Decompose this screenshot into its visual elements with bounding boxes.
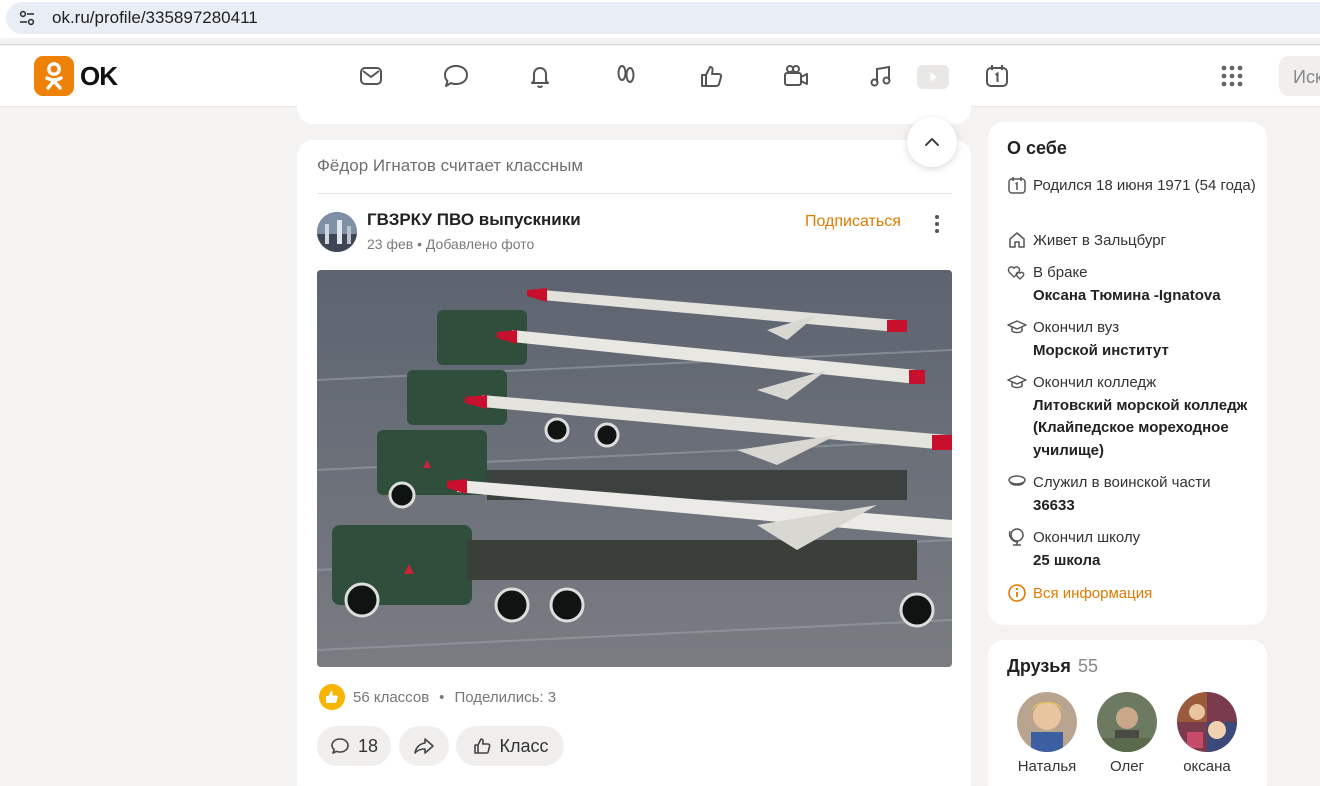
info-military-text: Служил в воинской части 36633 <box>1033 472 1211 517</box>
home-icon <box>1007 230 1027 250</box>
info-marriage: В браке Оксана Тюмина -Ignatova <box>1007 262 1257 307</box>
guests-icon[interactable] <box>610 60 642 92</box>
mail-icon[interactable] <box>355 60 387 92</box>
friend-name[interactable]: Наталья <box>1007 758 1087 775</box>
class-like-icon <box>319 684 345 710</box>
music-icon[interactable] <box>865 60 897 92</box>
post-meta: 23 фев • Добавлено фото <box>367 236 534 252</box>
class-button-label: Класс <box>499 735 549 756</box>
globe-icon <box>1007 527 1027 547</box>
friends-count: 55 <box>1078 656 1099 676</box>
likes-icon[interactable] <box>695 60 727 92</box>
friends-panel: Друзья 55 Наталья Олег оксана <box>988 640 1267 786</box>
comments-button[interactable]: 18 <box>317 726 391 766</box>
about-title: О себе <box>1007 138 1067 158</box>
marriage-label: В браке <box>1033 264 1088 281</box>
university-label: Окончил вуз <box>1033 319 1120 336</box>
school-label: Окончил школу <box>1033 529 1141 546</box>
site-settings-icon[interactable] <box>16 7 38 29</box>
military-label: Служил в воинской части <box>1033 474 1211 491</box>
friend-card[interactable]: Наталья <box>1007 692 1087 775</box>
address-field[interactable]: ok.ru/profile/335897280411 <box>6 2 1320 34</box>
birthday-icon <box>1007 175 1027 195</box>
post-date[interactable]: 23 фев <box>367 236 413 252</box>
friend-name[interactable]: оксана <box>1167 758 1247 775</box>
play-icon[interactable] <box>917 65 949 89</box>
calendar-icon[interactable] <box>981 60 1013 92</box>
shares-count[interactable]: Поделились: 3 <box>454 689 556 706</box>
friends-title[interactable]: Друзья <box>1007 656 1071 677</box>
university-link[interactable]: Морской институт <box>1033 340 1169 363</box>
ok-logo-icon <box>34 56 74 96</box>
friend-avatar[interactable] <box>1017 692 1077 752</box>
post-photo[interactable] <box>317 270 952 667</box>
college-label: Окончил колледж <box>1033 374 1157 391</box>
about-panel: О себе Родился 18 июня 1971 (54 года) Жи… <box>988 122 1267 625</box>
video-icon[interactable] <box>780 60 812 92</box>
info-circle-icon <box>1007 583 1027 603</box>
likes-count[interactable]: 56 классов <box>353 689 429 706</box>
info-city: Живет в Зальцбург <box>1007 230 1257 253</box>
all-info-link[interactable]: Вся информация <box>1007 583 1152 603</box>
browser-divider <box>0 44 1320 45</box>
subscribe-button[interactable]: Подписаться <box>805 213 901 231</box>
info-university: Окончил вуз Морской институт <box>1007 317 1257 362</box>
logo-text: OK <box>80 60 118 91</box>
school-link[interactable]: 25 школа <box>1033 550 1140 573</box>
info-college: Окончил колледж Литовский морской коллед… <box>1007 372 1257 462</box>
info-city-text: Живет в Зальцбург <box>1033 232 1167 249</box>
info-military: Служил в воинской части 36633 <box>1007 472 1257 517</box>
meta-separator: • <box>417 236 423 252</box>
friend-name[interactable]: Олег <box>1087 758 1167 775</box>
site-header: OK Иск <box>0 46 1320 107</box>
graduation-cap-icon <box>1007 317 1027 337</box>
friend-card[interactable]: Олег <box>1087 692 1167 775</box>
ok-logo[interactable]: OK <box>34 56 118 96</box>
info-school-text: Окончил школу 25 школа <box>1033 527 1140 572</box>
card-divider <box>317 193 952 194</box>
info-birthday: Родился 18 июня 1971 (54 года) <box>1007 175 1257 198</box>
friend-avatar[interactable] <box>1177 692 1237 752</box>
reactions-bar: 56 классов • Поделились: 3 <box>319 684 556 710</box>
class-button[interactable]: Класс <box>456 726 564 766</box>
reactions-separator: • <box>439 688 445 706</box>
thumbs-up-icon <box>473 738 490 754</box>
friend-card[interactable]: оксана <box>1167 692 1247 775</box>
search-placeholder: Иск <box>1293 67 1320 87</box>
military-cap-icon <box>1007 472 1027 492</box>
group-avatar[interactable] <box>317 212 357 252</box>
apps-grid-icon[interactable] <box>1216 60 1248 92</box>
graduation-cap-icon <box>1007 372 1027 392</box>
chat-icon[interactable] <box>440 60 472 92</box>
chevron-up-icon <box>925 138 939 146</box>
group-name-link[interactable]: ГВЗРКУ ПВО выпускники <box>367 210 581 230</box>
comment-icon <box>331 738 349 754</box>
share-button[interactable] <box>399 726 449 766</box>
spouse-link[interactable]: Оксана Тюмина -Ignatova <box>1033 285 1221 308</box>
info-marriage-text: В браке Оксана Тюмина -Ignatova <box>1033 262 1221 307</box>
feed-post-card: Фёдор Игнатов считает классным ГВЗРКУ ПВ… <box>297 140 971 786</box>
url-text[interactable]: ok.ru/profile/335897280411 <box>52 8 258 28</box>
info-birthday-text: Родился 18 июня 1971 (54 года) <box>1033 177 1256 194</box>
info-college-text: Окончил колледж Литовский морской коллед… <box>1033 372 1257 462</box>
college-link[interactable]: Литовский морской колледж (Клайпедское м… <box>1033 395 1257 463</box>
share-icon <box>414 738 434 754</box>
all-info-label: Вся информация <box>1033 584 1153 602</box>
browser-address-bar: ok.ru/profile/335897280411 <box>0 0 1320 38</box>
post-action: Добавлено фото <box>425 236 535 252</box>
search-input[interactable]: Иск <box>1279 56 1320 96</box>
info-school: Окончил школу 25 школа <box>1007 527 1257 572</box>
scroll-to-top-button[interactable] <box>907 117 957 167</box>
liked-by-text[interactable]: Фёдор Игнатов считает классным <box>317 156 583 176</box>
military-unit-link[interactable]: 36633 <box>1033 495 1211 518</box>
comments-count: 18 <box>357 735 379 756</box>
more-options-icon[interactable] <box>927 212 947 236</box>
hearts-icon <box>1007 262 1027 282</box>
friend-avatar[interactable] <box>1097 692 1157 752</box>
info-university-text: Окончил вуз Морской институт <box>1033 317 1169 362</box>
bell-icon[interactable] <box>524 60 556 92</box>
previous-post-card <box>297 100 971 124</box>
